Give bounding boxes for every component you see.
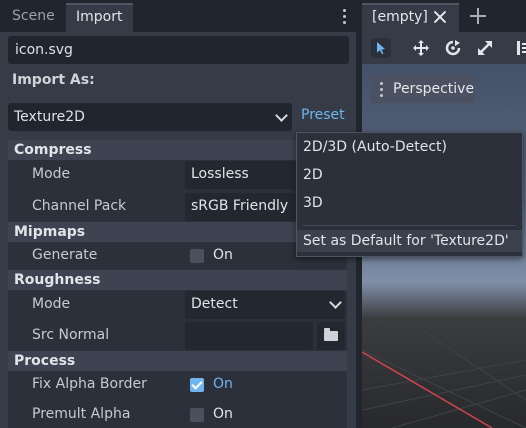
close-icon[interactable] (433, 10, 447, 24)
premult-alpha-label: Premult Alpha (32, 406, 131, 422)
select-tool-icon[interactable] (371, 38, 391, 58)
preset-button[interactable]: Preset (301, 107, 345, 123)
menu-item-2d[interactable]: 2D (303, 164, 323, 186)
channel-pack-value: sRGB Friendly (191, 198, 289, 214)
section-process[interactable]: Process (8, 351, 347, 371)
section-roughness[interactable]: Roughness (8, 270, 347, 290)
menu-item-set-default[interactable]: Set as Default for 'Texture2D' (297, 230, 522, 252)
import-type-value: Texture2D (14, 109, 85, 125)
compress-mode-value: Lossless (191, 166, 249, 182)
rotate-tool-icon[interactable] (443, 38, 463, 58)
roughness-mode-value: Detect (191, 296, 238, 312)
scale-tool-icon[interactable] (475, 38, 495, 58)
menu-item-3d[interactable]: 3D (303, 192, 323, 214)
premult-alpha-checkbox[interactable] (190, 408, 204, 422)
preset-menu: 2D/3D (Auto-Detect) 2D 3D Set as Default… (296, 132, 523, 257)
fix-alpha-border-label: Fix Alpha Border (32, 376, 147, 392)
perspective-button[interactable]: Perspective (371, 75, 475, 103)
fix-alpha-border-value: On (213, 376, 233, 392)
folder-icon (324, 328, 338, 341)
view-menu-icon (380, 82, 384, 100)
move-tool-icon[interactable] (411, 38, 431, 58)
compress-mode-label: Mode (32, 166, 71, 182)
menu-item-auto-detect[interactable]: 2D/3D (Auto-Detect) (303, 136, 447, 158)
list-tool-icon[interactable] (513, 38, 526, 58)
tab-import[interactable]: Import (66, 3, 133, 32)
premult-alpha-value: On (213, 406, 233, 422)
import-as-label: Import As: (12, 72, 95, 88)
viewport-grid (362, 330, 526, 428)
src-normal-field[interactable] (185, 322, 313, 350)
channel-pack-label: Channel Pack (32, 198, 127, 214)
tab-scene[interactable]: Scene (2, 3, 64, 32)
mipmaps-generate-checkbox[interactable] (190, 249, 204, 263)
add-tab-icon[interactable] (470, 8, 486, 24)
mipmaps-generate-label: Generate (32, 247, 98, 263)
fix-alpha-border-checkbox[interactable] (190, 378, 204, 392)
filename-field: icon.svg (8, 36, 349, 64)
roughness-mode-label: Mode (32, 296, 71, 312)
import-type-select[interactable]: Texture2D (8, 103, 292, 131)
src-normal-label: Src Normal (32, 327, 110, 343)
mipmaps-generate-value: On (213, 247, 233, 263)
menu-separator (303, 225, 516, 226)
dock-menu-icon[interactable] (343, 9, 347, 27)
